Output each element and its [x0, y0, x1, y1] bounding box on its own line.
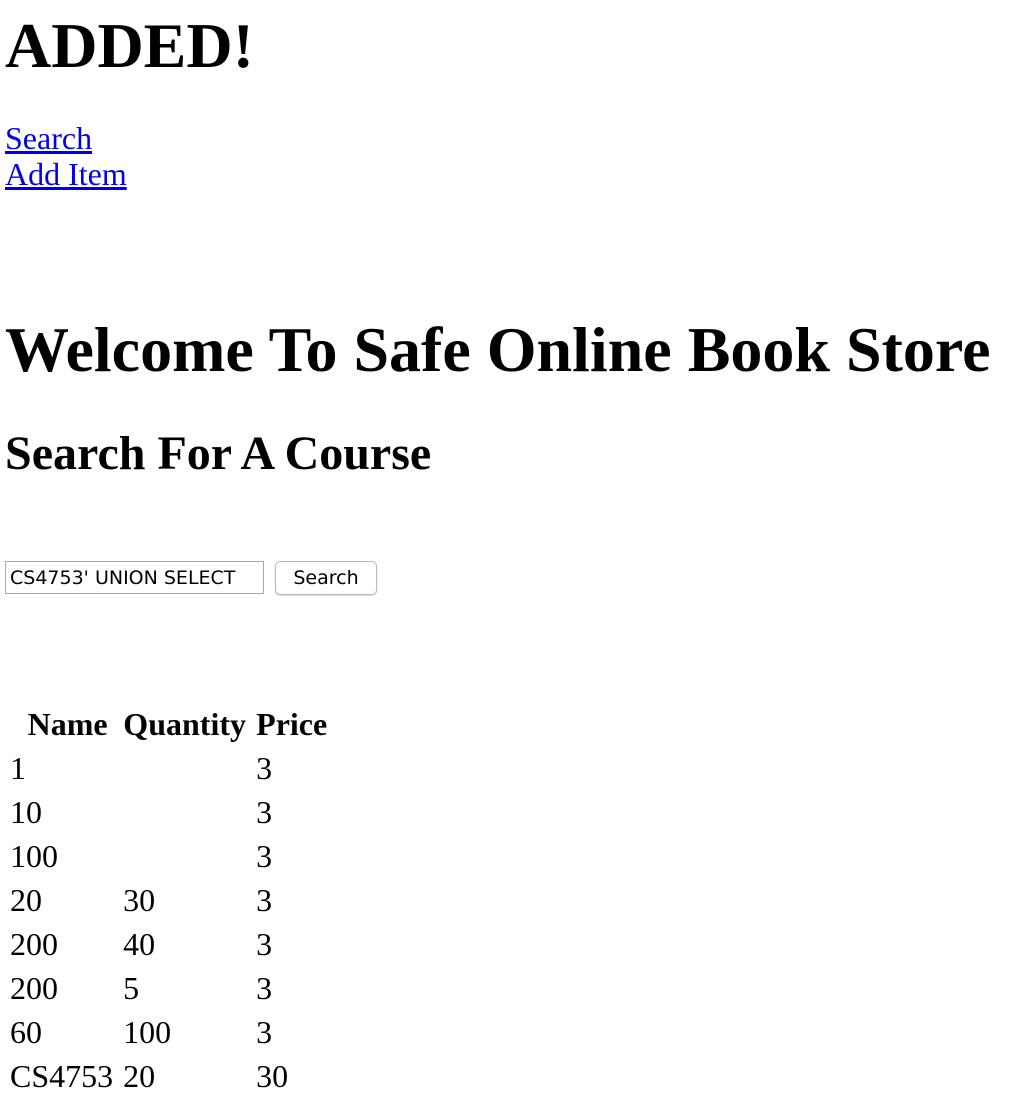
cell-name: CS4753	[10, 1057, 114, 1094]
cell-price: 3	[256, 881, 273, 918]
cell-name: 200	[10, 925, 58, 962]
column-header-quantity: Quantity	[123, 705, 246, 742]
cell-quantity: 40	[123, 925, 156, 962]
cell-price: 3	[256, 837, 273, 874]
search-heading: Search For A Course	[5, 427, 432, 480]
table-row: 10 3	[10, 790, 327, 834]
table-header-row: Name Quantity Price	[10, 702, 328, 746]
cell-name: 60	[10, 1013, 42, 1050]
table-row: 200 40 3	[10, 922, 327, 966]
added-message: ADDED!	[5, 10, 254, 81]
cell-quantity	[123, 746, 256, 790]
add-item-link[interactable]: Add Item	[5, 156, 127, 192]
cell-name: 100	[10, 837, 58, 874]
table-row: 20 30 3	[10, 878, 327, 922]
cell-price: 3	[256, 1013, 273, 1050]
cell-name: 20	[10, 881, 42, 918]
table-row: CS4753 20 30	[10, 1054, 327, 1098]
cell-quantity: 30	[123, 881, 156, 918]
cell-quantity: 5	[123, 969, 140, 1006]
cell-name: 200	[10, 969, 58, 1006]
column-header-name: Name	[27, 705, 108, 742]
cell-name: 1	[10, 749, 26, 786]
cell-price: 3	[256, 793, 273, 830]
search-input[interactable]	[5, 561, 264, 594]
table-row: 100 3	[10, 834, 327, 878]
cell-price: 3	[256, 925, 273, 962]
page-title: Welcome To Safe Online Book Store	[5, 314, 991, 385]
cell-quantity	[123, 834, 256, 878]
cell-quantity: 100	[123, 1013, 172, 1050]
cell-price: 3	[256, 749, 273, 786]
column-header-price: Price	[256, 705, 328, 742]
search-link[interactable]: Search	[5, 120, 92, 156]
cell-name: 10	[10, 793, 42, 830]
cell-quantity	[123, 790, 256, 834]
table-row: 1 3	[10, 746, 327, 790]
table-row: 60 100 3	[10, 1010, 327, 1054]
results-table: Name Quantity Price 1 3 10 3 100 3 20 30…	[10, 702, 327, 1098]
cell-price: 3	[256, 969, 273, 1006]
search-button[interactable]: Search	[275, 561, 377, 595]
cell-price: 30	[256, 1057, 289, 1094]
cell-quantity: 20	[123, 1057, 156, 1094]
table-row: 200 5 3	[10, 966, 327, 1010]
